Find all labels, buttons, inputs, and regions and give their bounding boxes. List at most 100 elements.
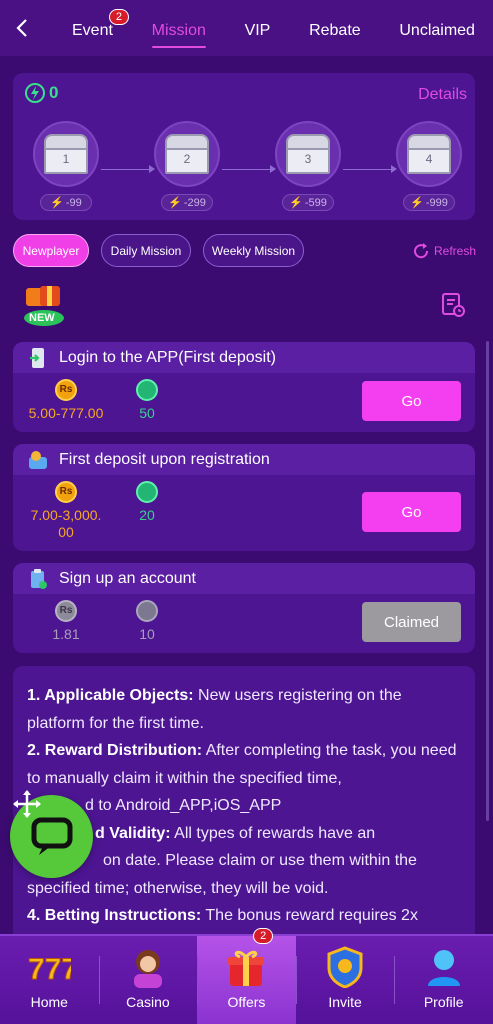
progress-arrow [343,165,397,173]
nav-profile-label: Profile [423,994,464,1010]
rupee-coin-icon: Rs [55,600,77,622]
chest-cost-value: -299 [183,196,206,209]
deposit-icon [27,449,49,471]
chest-cost: ⚡ -999 [403,194,455,211]
gift-box-icon [224,946,268,988]
lightning-icon [136,379,158,401]
chest-1[interactable]: 1 [33,121,99,187]
tab-rebate[interactable]: Rebate [309,4,361,52]
points-balance: 0 [25,83,58,103]
coin-reward-value: 7.00-3,000. [30,507,102,523]
tab-mission[interactable]: Mission [151,4,207,52]
move-drag-icon[interactable] [12,789,42,819]
chest-cost-value: -599 [304,196,327,209]
tab-bar: Event 2 Mission VIP Rebate Unclaimed [44,4,493,52]
treasure-chest-icon: 1 [44,134,88,174]
rule-heading: 4. Betting Instructions: [27,907,202,924]
task-header: First deposit upon registration [13,444,475,475]
lightning-icon: ⚡ [289,197,303,209]
chest-progress-card: 0 Details 1 2 3 4 ⚡ -99 ⚡ -299 ⚡ -599 ⚡ -999 [13,73,475,220]
filter-weekly-mission[interactable]: Weekly Mission [203,234,304,267]
treasure-chest-icon: 3 [286,134,330,174]
progress-arrow [101,165,155,173]
chest-number: 3 [304,152,312,166]
treasure-chest-icon: 4 [407,134,451,174]
lightning-icon [136,600,158,622]
rule-item: 4. Betting Instructions: The bonus rewar… [27,902,461,930]
coin-reward-value: 5.00-777.00 [28,405,104,421]
chest-2[interactable]: 2 [154,121,220,187]
rule-item: d to Android_APP,iOS_APP [27,792,461,820]
rule-text: The bonus reward requires 2x [201,907,418,924]
new-badge-label: NEW [29,312,55,324]
chest-number: 4 [425,152,433,166]
slot-777-icon: 777 [27,946,72,988]
chest-cost: ⚡ -599 [282,194,334,211]
refresh-icon [414,243,429,259]
task-title: Login to the APP(First deposit) [59,348,276,366]
rule-heading: d Validity: [95,824,171,842]
task-card: First deposit upon registration Rs 7.00-… [13,444,475,551]
filter-newplayer[interactable]: Newplayer [13,234,89,267]
tab-vip[interactable]: VIP [245,4,271,52]
points-reward: 20 [107,481,187,523]
tab-event-label: Event [72,22,113,39]
chest-cost: ⚡ -299 [161,194,213,211]
bottom-nav: 777 Home Casino 2 Offers Invite Profile [0,928,493,1024]
notification-badge: 2 [108,9,129,25]
app-login-icon [27,347,49,369]
lightning-icon [136,481,158,503]
tab-rebate-label: Rebate [309,22,361,39]
nav-home-label: Home [30,994,68,1010]
scrollbar[interactable] [486,341,489,821]
chest-number: 2 [183,152,191,166]
tab-unclaimed[interactable]: Unclaimed [399,4,475,52]
rule-heading: 1. Applicable Objects: [27,687,194,704]
task-header: Login to the APP(First deposit) [13,342,475,373]
lightning-icon: ⚡ [410,197,424,209]
task-title: First deposit upon registration [59,450,270,468]
chest-4[interactable]: 4 [396,121,462,187]
chest-cost: ⚡ -99 [40,194,92,211]
records-icon[interactable] [441,292,465,318]
filter-daily-mission[interactable]: Daily Mission [101,234,191,267]
points-reward: 10 [107,600,187,642]
rule-text: d to Android_APP,iOS_APP [85,797,282,814]
points-reward-value: 50 [139,405,155,421]
tab-event[interactable]: Event 2 [72,4,129,52]
treasure-chest-icon: 2 [165,134,209,174]
profile-avatar-icon [422,946,466,988]
lightning-icon [25,83,45,103]
progress-arrow [222,165,276,173]
rule-item: 2. Reward Distribution: After completing… [27,737,461,792]
rules-panel: 1. Applicable Objects: New users registe… [13,666,475,934]
rule-item: 1. Applicable Objects: New users registe… [27,682,461,737]
go-button[interactable]: Go [362,492,461,532]
nav-offers[interactable]: 2 Offers [197,928,296,1024]
top-nav: Event 2 Mission VIP Rebate Unclaimed [0,0,493,56]
points-value: 0 [49,83,59,102]
points-reward: 50 [107,379,187,421]
nav-casino-label: Casino [126,994,170,1010]
nav-invite[interactable]: Invite [295,936,395,1024]
nav-home[interactable]: 777 Home [0,936,99,1024]
details-link[interactable]: Details [418,86,467,104]
coin-reward-value-cont: 00 [58,524,74,540]
go-button[interactable]: Go [362,381,461,421]
rule-text: All types of rewards have an [170,824,376,842]
claimed-button[interactable]: Claimed [362,602,461,642]
tab-mission-label: Mission [151,22,206,39]
rupee-coin-icon: Rs [55,481,77,503]
nav-profile[interactable]: Profile [394,936,493,1024]
signup-clipboard-icon [27,568,49,590]
nav-offers-label: Offers [227,994,266,1010]
coin-reward-value: 1.81 [52,626,80,642]
chest-3[interactable]: 3 [275,121,341,187]
chest-cost-value: -999 [425,196,448,209]
points-reward-value: 10 [139,626,155,642]
back-button[interactable] [0,0,44,56]
svg-text:777: 777 [28,953,71,986]
nav-casino[interactable]: Casino [98,936,198,1024]
rule-item: on date. Please claim or use them within… [27,847,461,902]
refresh-button[interactable]: Refresh [412,242,476,260]
